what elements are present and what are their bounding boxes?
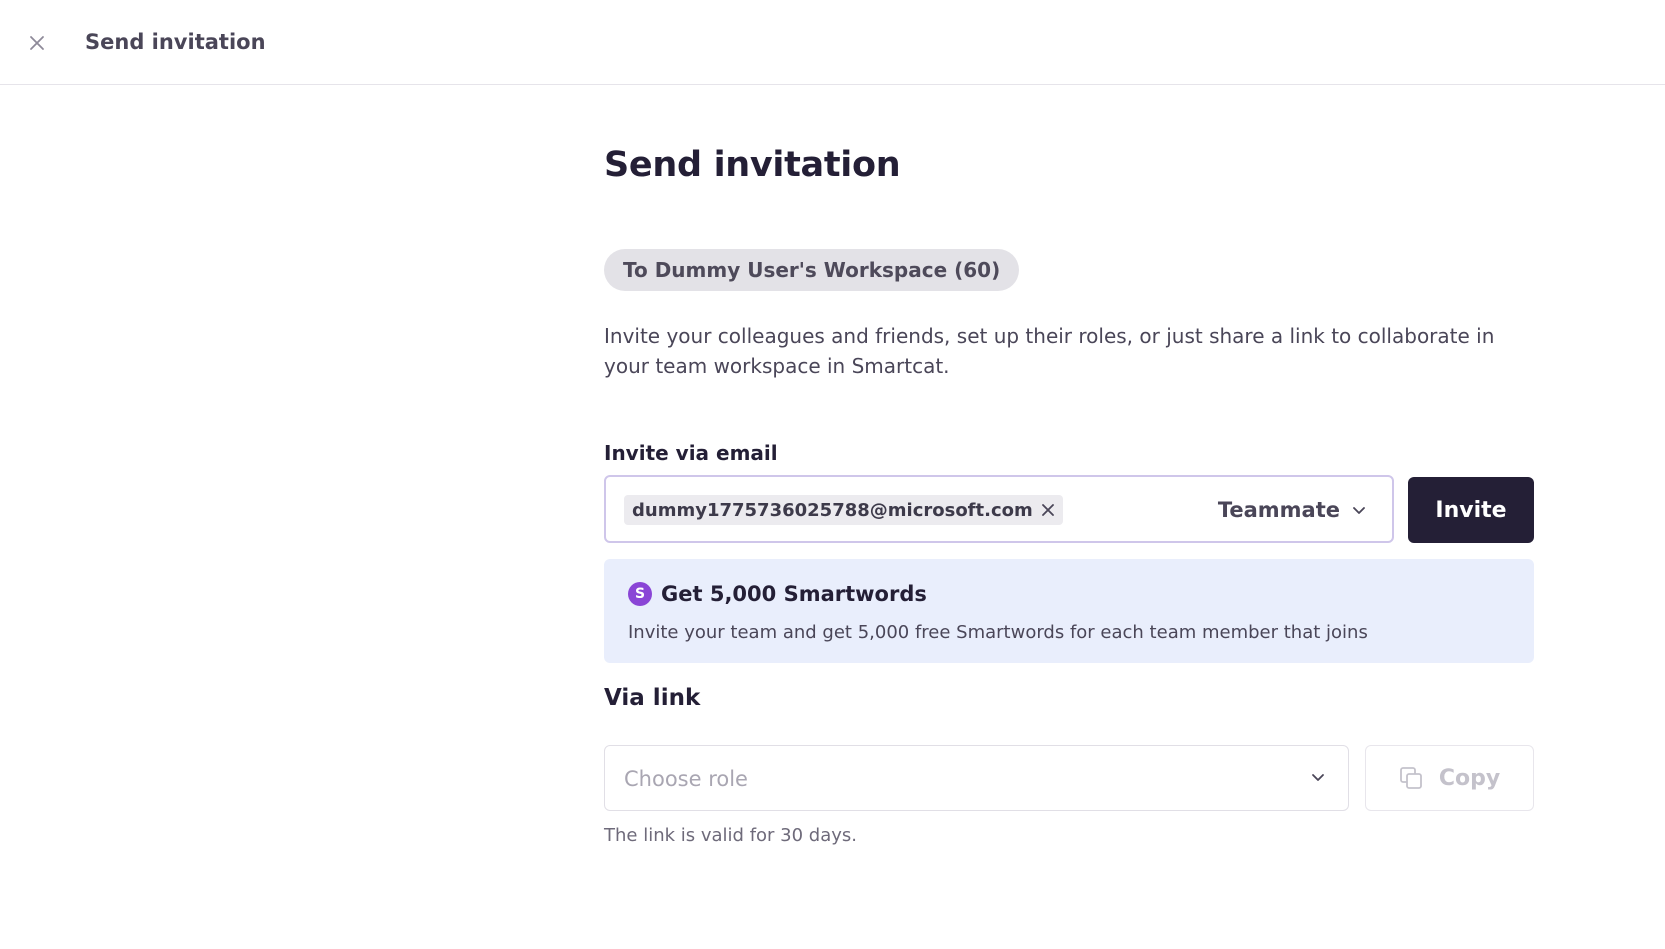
smartwords-icon: S	[628, 582, 652, 606]
email-tag-text: dummy1775736025788@microsoft.com	[632, 499, 1033, 521]
copy-link-button[interactable]: Copy	[1365, 745, 1534, 811]
close-button[interactable]	[22, 28, 52, 58]
chevron-down-icon	[1353, 507, 1365, 514]
close-icon	[30, 36, 44, 50]
invite-via-email-label: Invite via email	[604, 441, 778, 465]
topbar-title: Send invitation	[85, 30, 266, 54]
page-title: Send invitation	[604, 145, 901, 185]
invite-button[interactable]: Invite	[1408, 477, 1534, 543]
link-validity-note: The link is valid for 30 days.	[604, 825, 857, 846]
email-tag: dummy1775736025788@microsoft.com	[624, 495, 1063, 525]
via-link-label: Via link	[604, 685, 701, 711]
email-input[interactable]: dummy1775736025788@microsoft.com Teammat…	[604, 475, 1394, 543]
workspace-chip: To Dummy User's Workspace (60)	[604, 249, 1020, 291]
smartwords-promo: S Get 5,000 Smartwords Invite your team …	[604, 559, 1534, 663]
remove-email-button[interactable]	[1041, 503, 1055, 517]
role-select-value: Teammate	[1217, 498, 1340, 522]
top-bar: Send invitation	[0, 0, 1665, 85]
copy-label: Copy	[1438, 765, 1501, 791]
chevron-down-icon	[1312, 774, 1324, 781]
copy-icon	[1399, 767, 1422, 789]
choose-role-placeholder: Choose role	[624, 767, 748, 791]
promo-title: Get 5,000 Smartwords	[661, 582, 927, 606]
close-icon	[1041, 504, 1054, 516]
choose-role-dropdown[interactable]: Choose role	[604, 745, 1349, 811]
role-select[interactable]: Teammate	[1218, 495, 1366, 525]
description: Invite your colleagues and friends, set …	[604, 324, 1495, 378]
promo-text: Invite your team and get 5,000 free Smar…	[628, 622, 1368, 643]
